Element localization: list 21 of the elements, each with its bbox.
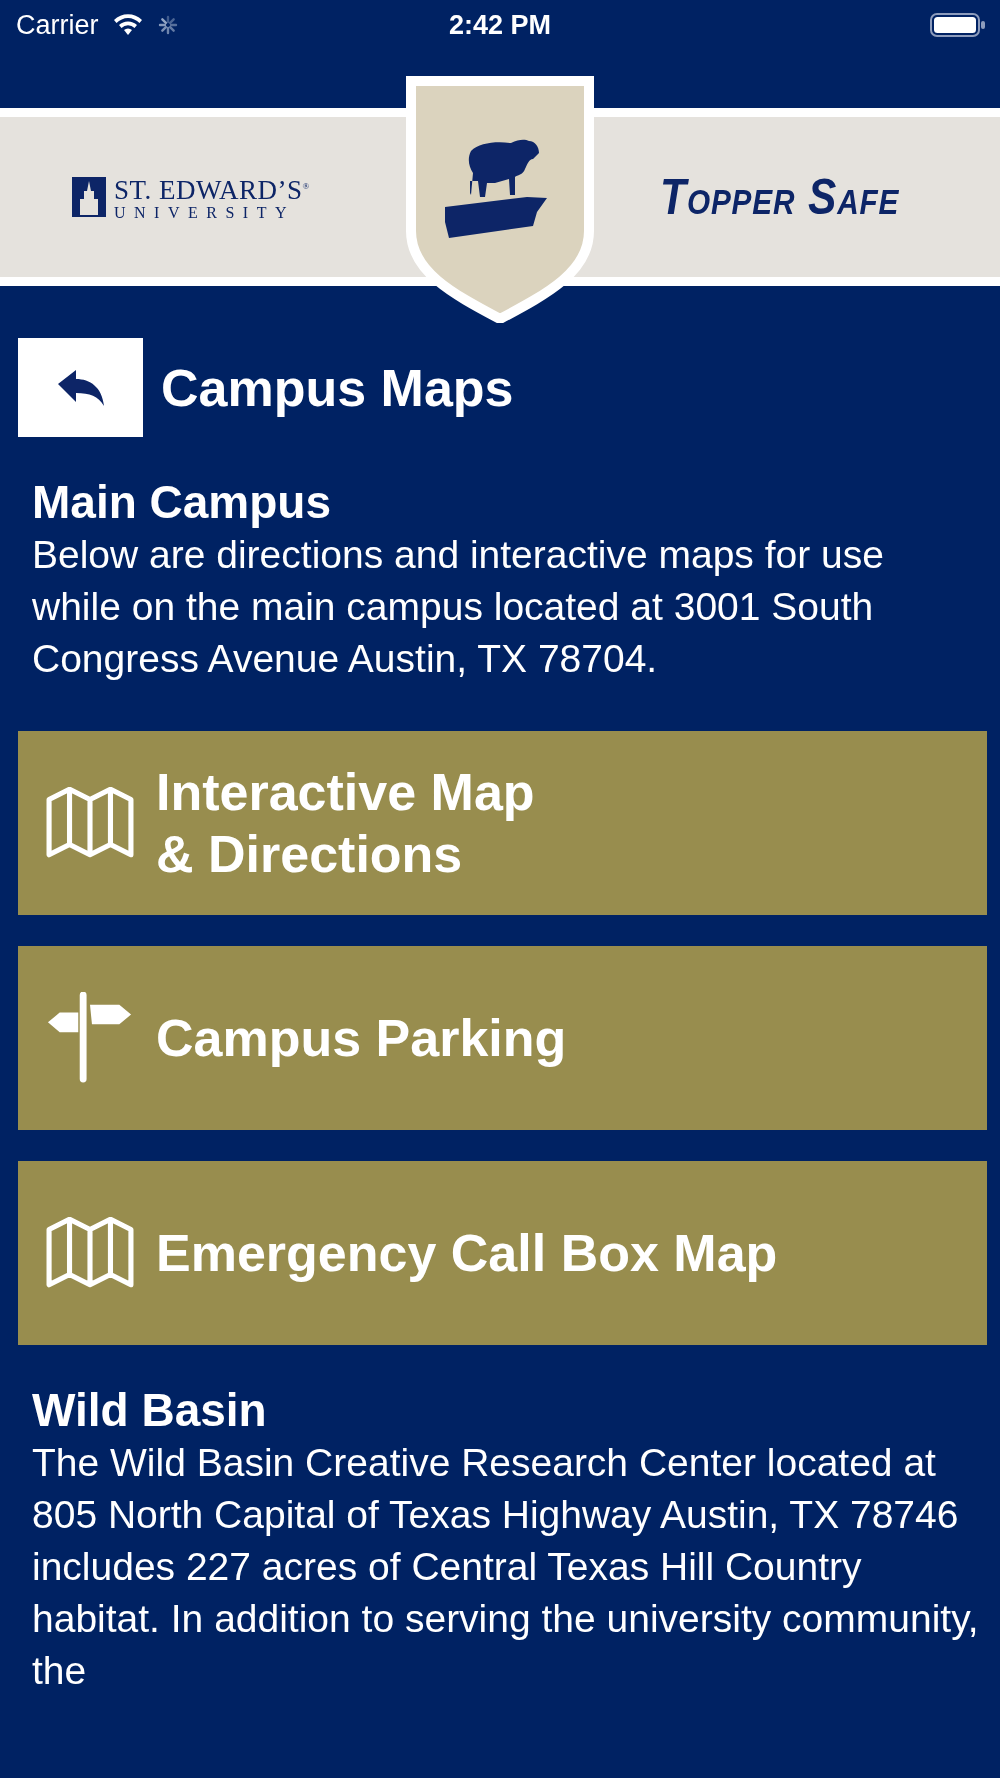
- battery-icon: [930, 12, 986, 38]
- menu-button[interactable]: Campus Parking: [18, 946, 987, 1130]
- menu-button[interactable]: Interactive Map & Directions: [18, 731, 987, 915]
- section-heading: Wild Basin: [32, 1383, 268, 1437]
- university-name: ST. EDWARD’S$^{®}$: [114, 174, 310, 204]
- carrier-label: Carrier: [16, 9, 99, 41]
- back-button[interactable]: [18, 338, 143, 437]
- university-subtitle: UNIVERSITY: [114, 204, 296, 222]
- page-title: Campus Maps: [161, 357, 514, 418]
- folded-map-icon: [46, 787, 134, 859]
- menu-button[interactable]: Emergency Call Box Map: [18, 1161, 987, 1345]
- section-heading: Main Campus: [32, 475, 333, 529]
- folded-map-icon: [46, 1217, 134, 1289]
- status-time: 2:42 PM: [449, 9, 551, 41]
- wifi-icon: [112, 14, 143, 36]
- tower-icon: [72, 177, 106, 217]
- loading-spinner-icon: [156, 14, 179, 36]
- section-text: Below are directions and interactive maps for use while on the main campus located at 3001 South Congress Avenue Austin, TX 78704.: [32, 532, 885, 682]
- signpost-icon: [46, 992, 134, 1084]
- section-text: The Wild Basin Creative Research Center located at 805 North Capital of Texas Highway Austin, TX 78746 includes 227 acres of Central Texas Hill Country habitat. In addition to serving the university community, the: [32, 1440, 980, 1694]
- app-name: Topper Safe: [659, 168, 899, 226]
